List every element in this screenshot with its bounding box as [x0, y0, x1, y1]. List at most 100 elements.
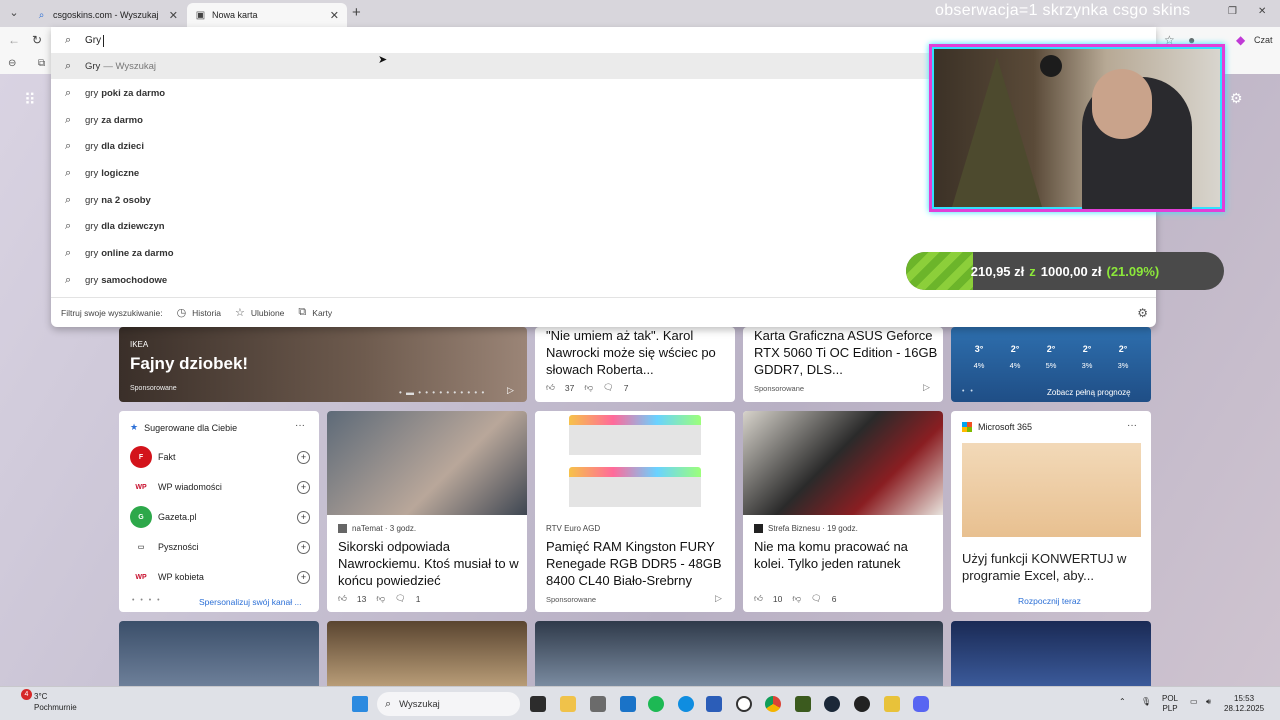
tab-actions-icon[interactable]: ⧉: [38, 58, 45, 69]
wp-logo-icon: WP: [135, 483, 147, 491]
copilot-icon[interactable]: ◆: [1236, 33, 1245, 47]
suggestion-item[interactable]: ⌕ gry dla dziewczyn: [51, 213, 1156, 239]
restore-window-icon[interactable]: ❐: [1228, 6, 1237, 17]
chat-button[interactable]: Czat: [1254, 35, 1273, 45]
more-options-icon[interactable]: ···: [295, 420, 305, 431]
follow-plus-icon[interactable]: +: [297, 540, 310, 554]
weather-card[interactable]: 3° 4% 2° 4% 2° 5% 2° 3% 2° 3% • • Zobacz pełn…: [951, 327, 1151, 402]
follow-plus-icon[interactable]: +: [297, 570, 310, 584]
filter-tabs[interactable]: ⧉ Karty: [298, 306, 332, 319]
back-arrow-icon[interactable]: ←: [8, 33, 20, 47]
play-icon[interactable]: ▷: [923, 382, 930, 393]
filter-history[interactable]: ◷ Historia: [177, 306, 221, 319]
hero-brand: IKEA: [130, 340, 149, 349]
app-icon[interactable]: [590, 696, 606, 712]
like-count: 10: [772, 593, 783, 604]
personalize-feed-link[interactable]: Spersonalizuj swój kanał ...: [199, 597, 302, 607]
dislike-icon[interactable]: 👎︎: [376, 593, 385, 604]
article-image[interactable]: [327, 621, 527, 686]
app-icon[interactable]: [736, 696, 752, 712]
follow-plus-icon[interactable]: +: [297, 450, 310, 464]
tab-list-chevron-icon[interactable]: ⌄: [4, 4, 24, 22]
close-tab-icon[interactable]: ✕: [169, 9, 178, 22]
dislike-icon[interactable]: 👎︎: [792, 593, 801, 604]
webcam-overlay: [929, 44, 1225, 212]
carousel-dots[interactable]: • • • •: [132, 597, 162, 604]
app-icon[interactable]: [706, 696, 722, 712]
publisher-item[interactable]: F Fakt +: [130, 445, 310, 469]
comment-icon[interactable]: 🗨: [811, 593, 822, 604]
tab-csgoskins[interactable]: ⌕ csgoskins.com - Wyszukaj ✕: [28, 3, 186, 27]
tab-new-tab[interactable]: ▣ Nowa karta ✕: [187, 3, 347, 27]
like-icon[interactable]: 👍︎: [338, 593, 347, 604]
follow-plus-icon[interactable]: +: [297, 480, 310, 494]
like-icon[interactable]: 👍︎: [754, 593, 763, 604]
weather-day: 2° 5%: [1045, 344, 1057, 370]
microphone-icon[interactable]: 🎙︎: [1141, 697, 1151, 707]
obs-icon[interactable]: [854, 696, 870, 712]
microsoft-365-card[interactable]: Microsoft 365 ··· Użyj funkcji KONWERTUJ…: [951, 411, 1151, 612]
dislike-icon[interactable]: 👎︎: [584, 382, 593, 393]
more-options-icon[interactable]: ···: [1127, 420, 1137, 431]
search-icon: ⌕: [65, 139, 72, 152]
suggested-publishers-card: ★ Sugerowane dla Ciebie ··· F Fakt + WP W…: [119, 411, 319, 612]
network-icon[interactable]: ▭: [1190, 697, 1198, 707]
weather-day: 2° 3%: [1117, 344, 1129, 370]
article-card-sponsored[interactable]: RTV Euro AGD Pamięć RAM Kingston FURY Re…: [535, 411, 735, 612]
filter-settings-gear-icon[interactable]: ⚙: [1137, 306, 1148, 320]
article-title: "Nie umiem aż tak". Karol Nawrocki może …: [546, 328, 716, 377]
article-card[interactable]: "Nie umiem aż tak". Karol Nawrocki może …: [535, 327, 735, 402]
comment-icon[interactable]: 🗨: [395, 593, 406, 604]
follow-plus-icon[interactable]: +: [297, 510, 310, 524]
like-icon[interactable]: 👍︎: [546, 382, 555, 393]
tray-chevron-icon[interactable]: ⌃: [1119, 697, 1126, 707]
edge-icon[interactable]: [678, 696, 694, 712]
carousel-dots[interactable]: • ▬ • • • • • • • • • •: [399, 388, 485, 397]
spotify-icon[interactable]: [648, 696, 664, 712]
new-tab-plus-icon[interactable]: +: [352, 4, 361, 21]
start-windows-icon[interactable]: [352, 696, 368, 712]
search-icon: ⌕: [65, 86, 72, 99]
app-icon[interactable]: [884, 696, 900, 712]
article-image[interactable]: [119, 621, 319, 686]
play-icon[interactable]: ▷: [507, 385, 514, 396]
taskbar-search[interactable]: ⌕ Wyszukaj: [377, 692, 520, 716]
steam-icon[interactable]: [824, 696, 840, 712]
filter-favorites[interactable]: ☆ Ulubione: [235, 306, 284, 319]
play-icon[interactable]: ▷: [715, 593, 722, 604]
article-card[interactable]: Strefa Biznesu · 19 godz. Nie ma komu pr…: [743, 411, 943, 612]
discord-icon[interactable]: [913, 696, 929, 712]
article-card-sponsored[interactable]: Karta Graficzna ASUS Geforce RTX 5060 Ti…: [743, 327, 943, 402]
search-icon: ⌕: [38, 9, 45, 21]
carousel-dots[interactable]: • •: [962, 388, 975, 395]
full-forecast-link[interactable]: Zobacz pełną prognozę: [1047, 388, 1131, 397]
reload-icon[interactable]: ↻: [32, 33, 42, 47]
close-tab-icon[interactable]: ✕: [330, 9, 339, 22]
publisher-item[interactable]: WP WP kobieta +: [130, 565, 310, 589]
volume-icon[interactable]: 🔊︎: [1206, 697, 1211, 707]
apps-grid-icon[interactable]: ⠿: [24, 90, 36, 110]
taskbar-weather[interactable]: 4 3°C Pochmurnie: [12, 689, 77, 713]
language-indicator[interactable]: POL PLP: [1162, 694, 1178, 714]
task-view-icon[interactable]: [530, 696, 546, 712]
clock[interactable]: 15:53 28.12.2025: [1224, 694, 1264, 714]
page-settings-gear-icon[interactable]: ⚙: [1230, 90, 1243, 107]
sponsored-label: Sponsorowane: [130, 385, 177, 392]
file-explorer-icon[interactable]: [560, 696, 576, 712]
start-now-link[interactable]: Rozpocznij teraz: [1018, 596, 1081, 606]
minecraft-icon[interactable]: [795, 696, 811, 712]
comment-icon[interactable]: 🗨: [603, 382, 614, 393]
sponsored-hero-card[interactable]: IKEA Fajny dziobek! Sponsorowane • ▬ • •…: [119, 327, 527, 402]
address-input[interactable]: Gry: [85, 35, 101, 46]
close-window-icon[interactable]: ✕: [1258, 6, 1266, 17]
article-image[interactable]: [535, 621, 943, 686]
search-filter-bar: Filtruj swoje wyszukiwanie: ◷ Historia ☆ U…: [51, 297, 1156, 327]
publisher-item[interactable]: WP WP wiadomości +: [130, 475, 310, 499]
publisher-item[interactable]: G Gazeta.pl +: [130, 505, 310, 529]
article-image[interactable]: [951, 621, 1151, 686]
workspaces-icon[interactable]: ⊖: [8, 58, 16, 69]
app-icon[interactable]: [620, 696, 636, 712]
chrome-icon[interactable]: [765, 696, 781, 712]
publisher-item[interactable]: ▭ Pyszności +: [130, 535, 310, 559]
article-card[interactable]: naTemat · 3 godz. Sikorski odpowiada Naw…: [327, 411, 527, 612]
